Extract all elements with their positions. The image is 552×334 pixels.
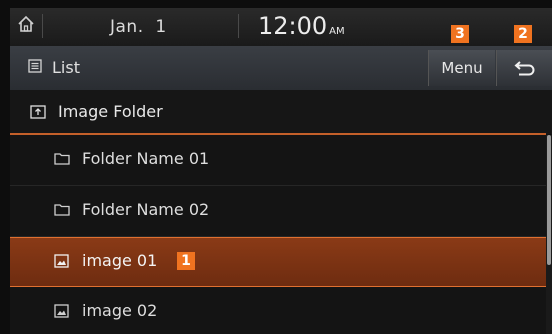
clock-time: 12:00 — [258, 12, 328, 40]
list-item-image-02[interactable]: image 02 — [10, 287, 546, 334]
status-clock: 12:00 AM — [258, 12, 345, 40]
callout-back: 2 — [514, 25, 532, 43]
list-item-image-01[interactable]: image 01 — [10, 237, 546, 287]
list-item-label: image 02 — [82, 301, 158, 320]
status-separator — [42, 14, 43, 38]
folder-up-icon — [30, 105, 46, 119]
screen: Jan. 1 12:00 AM List Menu Image Folder F… — [10, 8, 552, 334]
status-bar: Jan. 1 12:00 AM — [10, 8, 552, 46]
scroll-thumb[interactable] — [547, 135, 551, 265]
list-item-folder-name-02[interactable]: Folder Name 02 — [10, 186, 546, 237]
home-button[interactable] — [10, 8, 42, 40]
list-icon — [28, 59, 42, 73]
list-header: List Menu — [10, 46, 552, 90]
image-icon — [54, 254, 69, 268]
menu-button-label: Menu — [441, 59, 483, 77]
status-separator — [238, 14, 239, 38]
callout-item: 1 — [177, 252, 195, 270]
list-item-label: Folder Name 02 — [82, 200, 210, 219]
folder-icon — [54, 153, 70, 165]
home-icon — [18, 15, 34, 32]
folder-path-row[interactable]: Image Folder — [10, 90, 552, 134]
scrollbar[interactable] — [546, 135, 552, 334]
folder-icon — [54, 204, 70, 216]
menu-button[interactable]: Menu — [428, 50, 495, 86]
status-date: Jan. 1 — [110, 17, 167, 37]
back-arrow-icon — [514, 61, 535, 76]
clock-ampm: AM — [329, 26, 345, 37]
list-item-label: image 01 — [82, 251, 158, 270]
folder-path-label: Image Folder — [58, 102, 163, 121]
file-list: Folder Name 01 Folder Name 02 image 01 i… — [10, 135, 546, 334]
header-title: List — [52, 58, 80, 77]
back-button[interactable] — [496, 50, 552, 86]
callout-menu: 3 — [451, 25, 469, 43]
image-icon — [54, 304, 69, 318]
list-item-folder-name-01[interactable]: Folder Name 01 — [10, 135, 546, 186]
list-item-label: Folder Name 01 — [82, 149, 210, 168]
